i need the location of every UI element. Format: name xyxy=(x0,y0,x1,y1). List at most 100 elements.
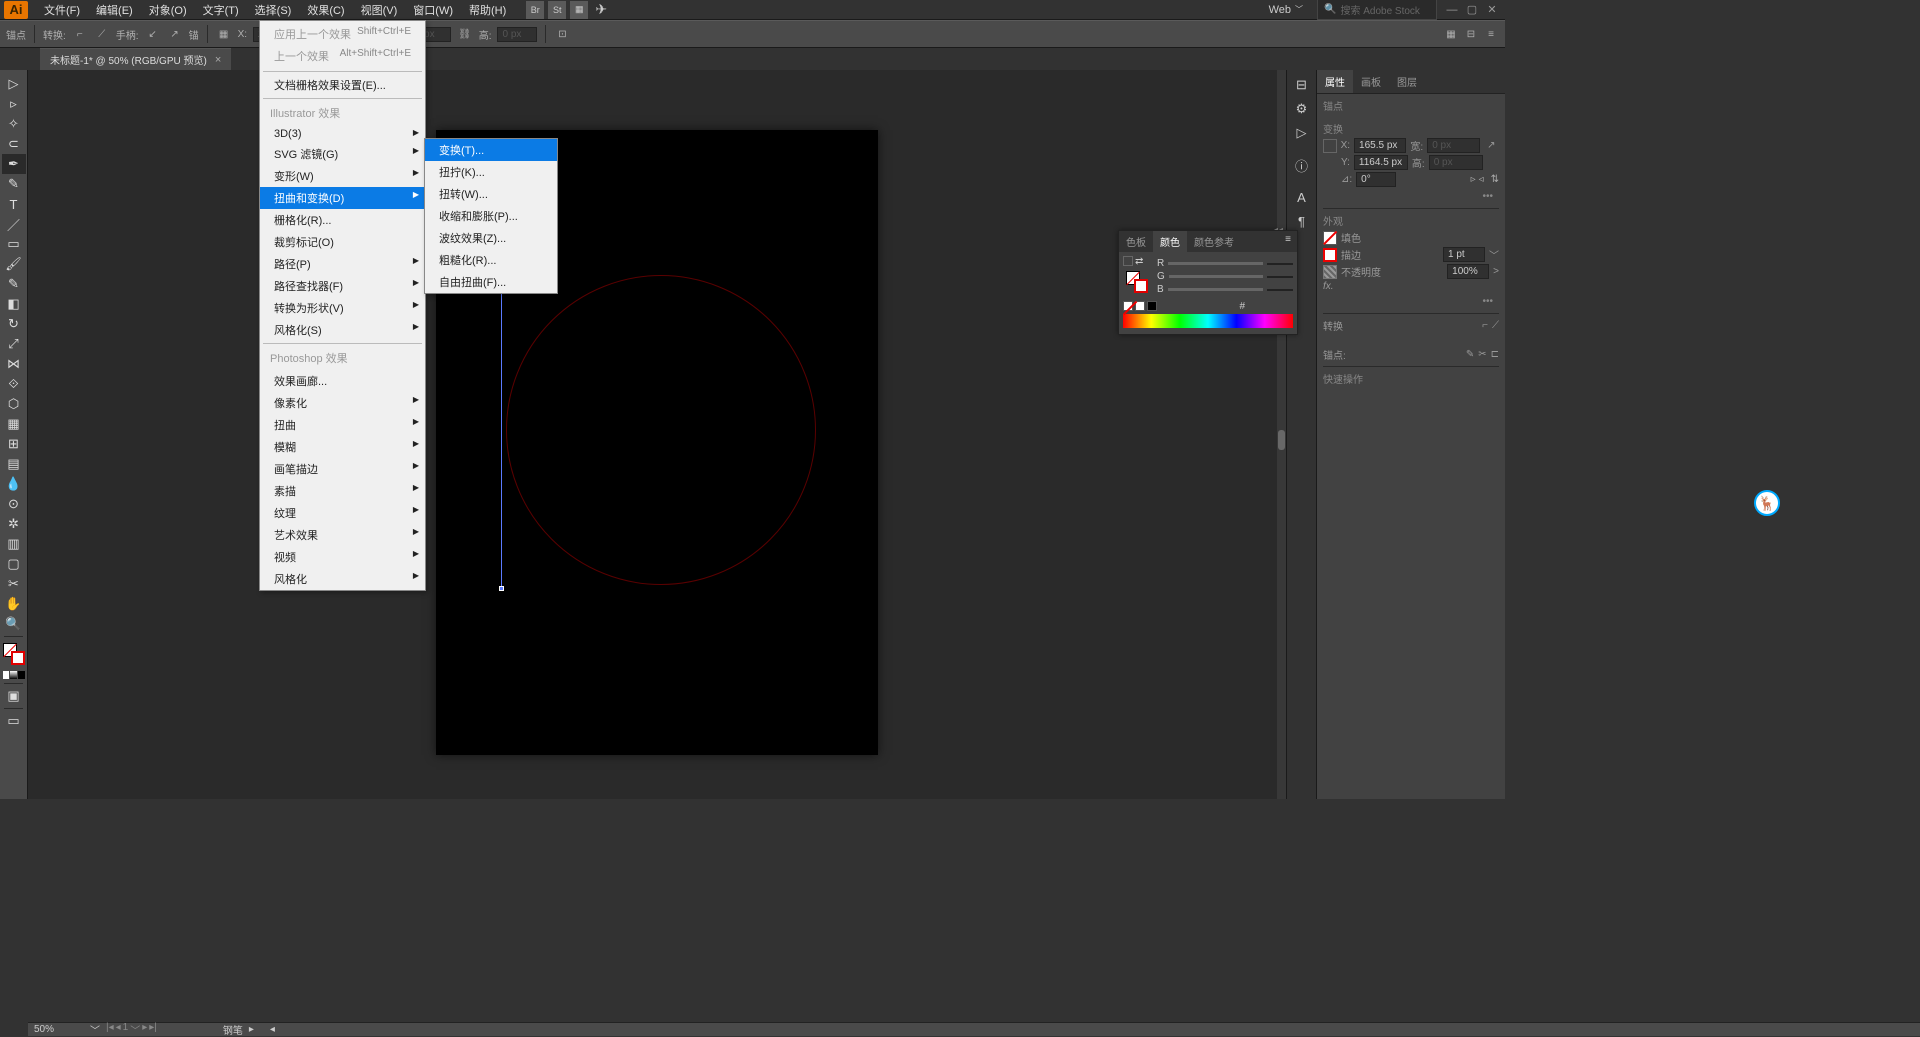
effect-pathfinder[interactable]: 路径查找器(F) xyxy=(260,275,425,297)
menu-effect[interactable]: 效果(C) xyxy=(299,0,352,20)
r-slider[interactable] xyxy=(1168,262,1263,265)
canvas-area[interactable] xyxy=(28,70,1286,799)
effect-artistic[interactable]: 艺术效果 xyxy=(260,524,425,546)
prop-y-input[interactable]: 1164.5 px xyxy=(1354,155,1408,170)
tab-properties[interactable]: 属性 xyxy=(1317,70,1353,93)
nav-dropdown-icon[interactable]: ﹀ xyxy=(130,1022,140,1037)
effect-gallery[interactable]: 效果画廊... xyxy=(260,370,425,392)
angle-input[interactable]: 0° xyxy=(1356,172,1396,187)
effect-svg-filters[interactable]: SVG 滤镜(G) xyxy=(260,143,425,165)
eyedropper-tool-icon[interactable]: 💧 xyxy=(2,474,26,494)
nav-prev-icon[interactable]: ◂ xyxy=(116,1022,121,1037)
menu-view[interactable]: 视图(V) xyxy=(353,0,406,20)
prop-h-input[interactable]: 0 px xyxy=(1429,155,1483,170)
search-stock-field[interactable]: 🔍搜索 Adobe Stock xyxy=(1317,0,1437,20)
menu-type[interactable]: 文字(T) xyxy=(195,0,247,20)
nav-last-icon[interactable]: ▸| xyxy=(149,1022,157,1037)
zoom-dropdown-icon[interactable]: ﹀ xyxy=(90,1022,100,1037)
last-effect[interactable]: 上一个效果Alt+Shift+Ctrl+E xyxy=(260,45,425,67)
pen-tool-icon[interactable]: ✒ xyxy=(2,154,26,174)
draw-mode-icon[interactable]: ▣ xyxy=(2,686,26,706)
selection-tool-icon[interactable]: ▷ xyxy=(2,74,26,94)
cp-white-swatch[interactable] xyxy=(1135,301,1145,311)
color-panel-menu-icon[interactable]: ≡ xyxy=(1279,231,1297,252)
menu-file[interactable]: 文件(F) xyxy=(36,0,88,20)
transform-effect[interactable]: 变换(T)... xyxy=(425,139,557,161)
eraser-tool-icon[interactable]: ◧ xyxy=(2,294,26,314)
stock-icon[interactable]: St xyxy=(548,1,566,19)
effect-convert-shape[interactable]: 转换为形状(V) xyxy=(260,297,425,319)
feedback-icon[interactable]: ✈ xyxy=(592,1,610,19)
arrange-icon[interactable]: ▦ xyxy=(570,1,588,19)
doc-raster-settings[interactable]: 文档栅格效果设置(E)... xyxy=(260,74,425,96)
type-tool-icon[interactable]: T xyxy=(2,194,26,214)
effect-stylize[interactable]: 风格化(S) xyxy=(260,319,425,341)
roughen-effect[interactable]: 粗糙化(R)... xyxy=(425,249,557,271)
symbol-sprayer-tool-icon[interactable]: ✲ xyxy=(2,514,26,534)
prop-x-input[interactable]: 165.5 px xyxy=(1354,138,1406,153)
transform-more-icon[interactable]: ••• xyxy=(1323,189,1499,204)
nav-next-icon[interactable]: ▸ xyxy=(142,1022,147,1037)
flip-v-icon[interactable]: ⇅ xyxy=(1491,174,1499,185)
twist-effect[interactable]: 扭转(W)... xyxy=(425,183,557,205)
fx-label[interactable]: fx. xyxy=(1323,281,1334,292)
minimize-button[interactable]: — xyxy=(1443,1,1461,19)
reference-point-icon[interactable] xyxy=(1323,139,1337,153)
hand-tool-icon[interactable]: ✋ xyxy=(2,594,26,614)
effect-blur[interactable]: 模糊 xyxy=(260,436,425,458)
convert-smooth-icon[interactable]: ⟋ xyxy=(1492,320,1499,331)
pucker-bloat-effect[interactable]: 收缩和膨胀(P)... xyxy=(425,205,557,227)
width-tool-icon[interactable]: ⋈ xyxy=(2,354,26,374)
selected-path-segment[interactable] xyxy=(501,276,502,590)
perspective-grid-tool-icon[interactable]: ▦ xyxy=(2,414,26,434)
menu-edit[interactable]: 编辑(E) xyxy=(88,0,141,20)
vertical-scrollbar[interactable] xyxy=(1277,70,1286,799)
apply-last-effect[interactable]: 应用上一个效果Shift+Ctrl+E xyxy=(260,23,425,45)
document-tab[interactable]: 未标题-1* @ 50% (RGB/GPU 预览) × xyxy=(40,48,231,70)
fill-swatch[interactable] xyxy=(1323,231,1337,245)
effect-brush-strokes[interactable]: 画笔描边 xyxy=(260,458,425,480)
curvature-tool-icon[interactable]: ✎ xyxy=(2,174,26,194)
panel-menu-icon[interactable]: ≡ xyxy=(1483,26,1499,42)
effect-texture[interactable]: 纹理 xyxy=(260,502,425,524)
slice-tool-icon[interactable]: ✂ xyxy=(2,574,26,594)
cp-fill-stroke-icon[interactable] xyxy=(1126,271,1148,293)
shaper-tool-icon[interactable]: ✎ xyxy=(2,274,26,294)
effect-path[interactable]: 路径(P) xyxy=(260,253,425,275)
artboard-number[interactable]: 1 xyxy=(123,1022,129,1037)
corner-point-icon[interactable]: ⌐ xyxy=(72,26,88,42)
lasso-tool-icon[interactable]: ⊂ xyxy=(2,134,26,154)
menu-select[interactable]: 选择(S) xyxy=(247,0,300,20)
info-icon[interactable]: ⓘ xyxy=(1290,154,1314,176)
magic-wand-tool-icon[interactable]: ✧ xyxy=(2,114,26,134)
b-value[interactable] xyxy=(1267,289,1293,291)
effect-rasterize[interactable]: 栅格化(R)... xyxy=(260,209,425,231)
status-dropdown-icon[interactable]: ▸ xyxy=(249,1024,254,1035)
connect-path-icon[interactable]: ⊏ xyxy=(1491,349,1499,360)
mesh-tool-icon[interactable]: ⊞ xyxy=(2,434,26,454)
zoom-level[interactable]: 50% xyxy=(34,1024,84,1035)
cp-reverse-icon[interactable]: ⇄ xyxy=(1135,256,1143,267)
maximize-button[interactable]: ▢ xyxy=(1463,1,1481,19)
rectangle-tool-icon[interactable]: ▭ xyxy=(2,234,26,254)
stroke-swatch[interactable] xyxy=(1323,248,1337,262)
tab-layers[interactable]: 图层 xyxy=(1389,70,1425,93)
tab-swatches[interactable]: 色板 xyxy=(1119,231,1153,252)
effect-pixelate[interactable]: 像素化 xyxy=(260,392,425,414)
color-spectrum[interactable] xyxy=(1123,314,1293,328)
anchor-point-bottom[interactable] xyxy=(499,586,504,591)
effect-warp[interactable]: 变形(W) xyxy=(260,165,425,187)
paintbrush-tool-icon[interactable]: 🖌 xyxy=(2,254,26,274)
effect-crop-marks[interactable]: 裁剪标记(O) xyxy=(260,231,425,253)
line-tool-icon[interactable]: ／ xyxy=(2,214,26,234)
properties-collapse-icon[interactable]: ⊟ xyxy=(1290,74,1314,96)
gradient-tool-icon[interactable]: ▤ xyxy=(2,454,26,474)
effect-sketch[interactable]: 素描 xyxy=(260,480,425,502)
bridge-icon[interactable]: Br xyxy=(526,1,544,19)
remove-anchor-icon[interactable]: ✎ xyxy=(1466,349,1474,360)
handle-in-icon[interactable]: ↙ xyxy=(145,26,161,42)
stroke-weight-dropdown-icon[interactable]: ﹀ xyxy=(1489,247,1499,262)
stroke-weight-input[interactable]: 1 pt xyxy=(1443,247,1485,262)
convert-corner-icon[interactable]: ⌐ xyxy=(1482,320,1488,331)
zoom-tool-icon[interactable]: 🔍 xyxy=(2,614,26,634)
